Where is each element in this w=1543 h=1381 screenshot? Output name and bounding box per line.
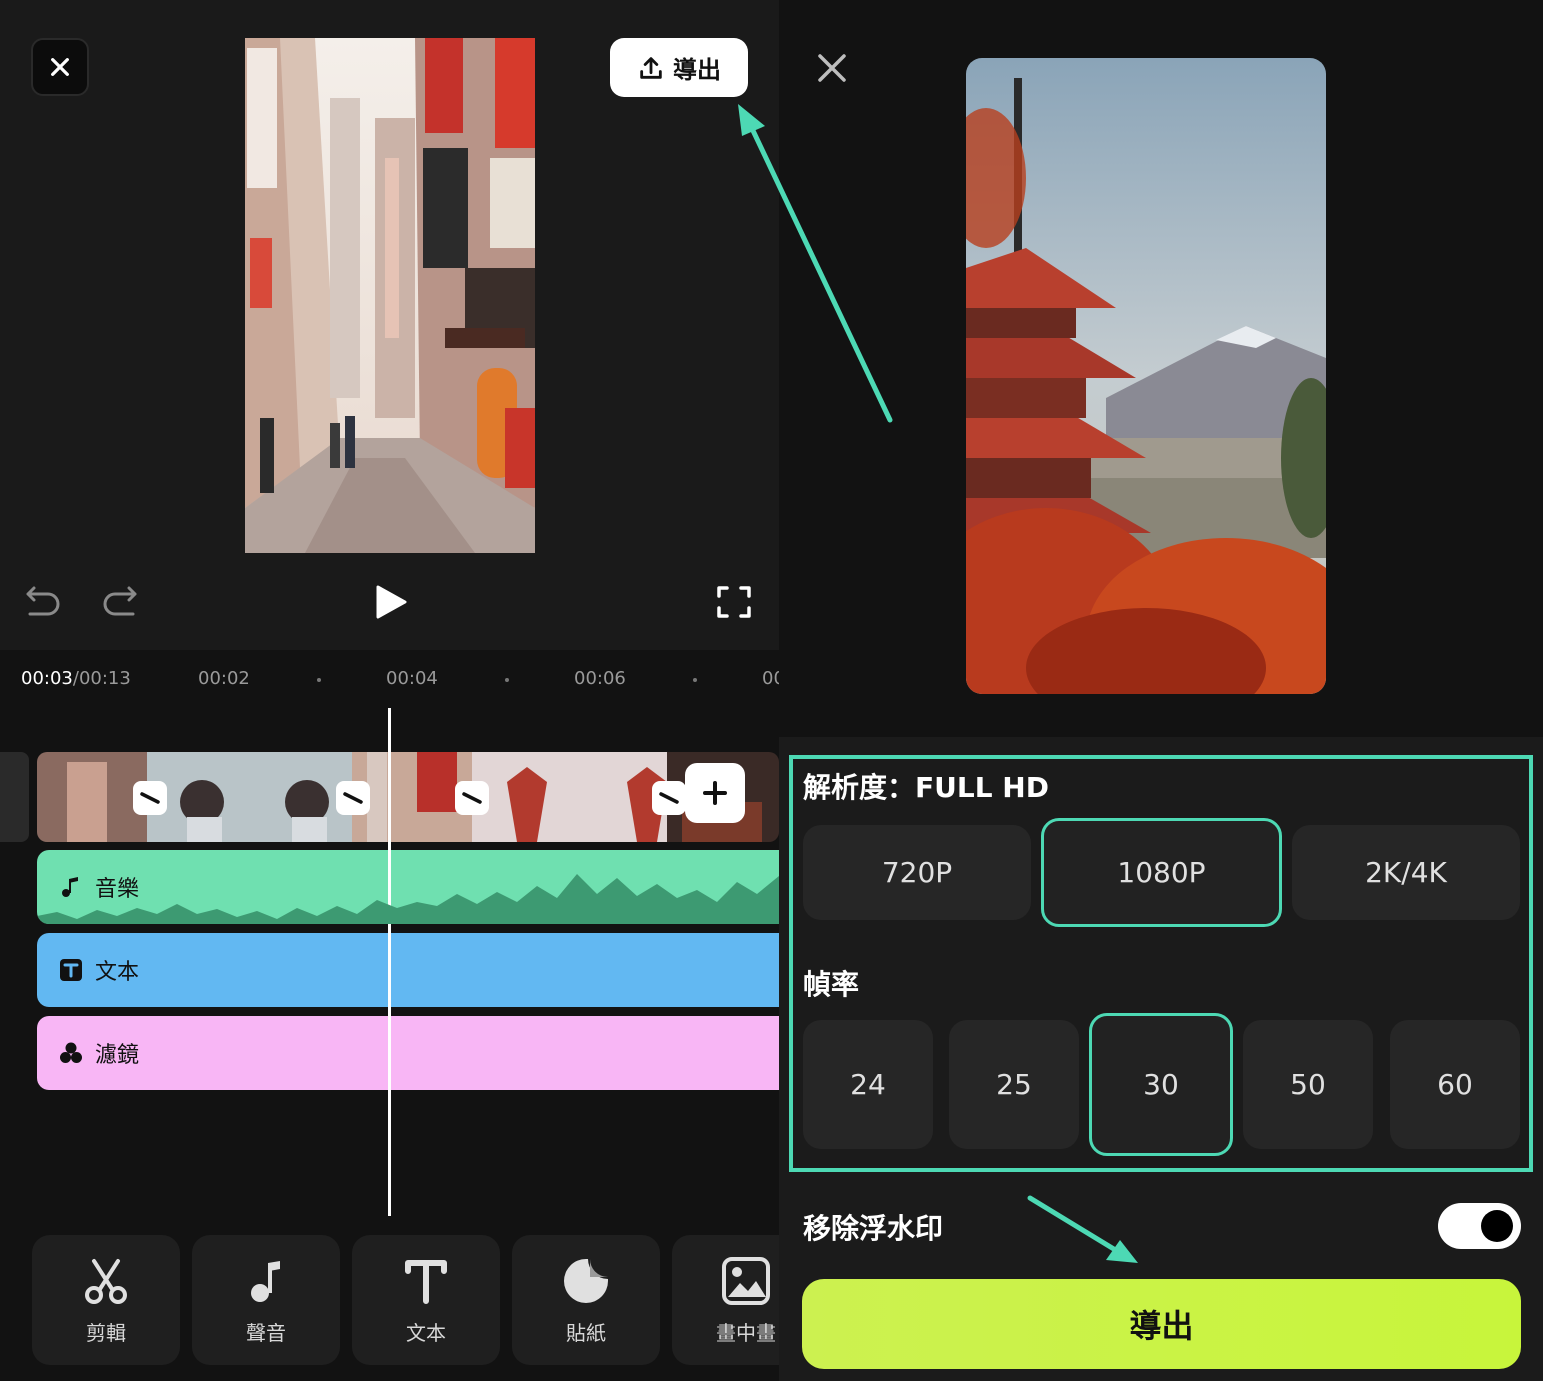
upload-icon <box>640 56 662 79</box>
street-scene-image <box>245 38 535 553</box>
transition-icon <box>659 792 679 804</box>
ruler-tick: 00:04 <box>386 668 438 689</box>
undo-button[interactable] <box>24 584 62 618</box>
transition-button[interactable] <box>455 781 489 815</box>
ruler-tick: 00:06 <box>574 668 626 689</box>
playhead[interactable] <box>388 708 391 1216</box>
tool-sticker-button[interactable]: 貼紙 <box>512 1235 660 1365</box>
framerate-option-60[interactable]: 60 <box>1390 1020 1520 1149</box>
framerate-heading: 幀率 <box>803 968 860 1001</box>
tool-edit-button[interactable]: 剪輯 <box>32 1235 180 1365</box>
framerate-option-24[interactable]: 24 <box>803 1020 933 1149</box>
resolution-heading: 解析度：FULL HD <box>803 771 1049 804</box>
text-t-icon <box>405 1259 447 1304</box>
editor-close-button[interactable] <box>31 38 89 96</box>
resolution-option-2k4k[interactable]: 2K/4K <box>1292 825 1520 920</box>
audio-waveform <box>37 874 779 924</box>
tool-label: 剪輯 <box>86 1320 126 1345</box>
music-track[interactable]: 音樂 <box>37 850 779 924</box>
scissors-icon <box>85 1258 127 1304</box>
export-video-preview <box>966 58 1326 694</box>
transition-icon <box>343 792 363 804</box>
tool-audio-button[interactable]: 聲音 <box>192 1235 340 1365</box>
framerate-option-30[interactable]: 30 <box>1089 1013 1233 1156</box>
filter-track[interactable]: 濾鏡 <box>37 1016 779 1090</box>
timecode: 00:03/00:13 <box>21 668 131 689</box>
undo-icon <box>26 586 60 616</box>
pagoda-scene-image <box>966 58 1326 694</box>
ruler-tick: 00:02 <box>198 668 250 689</box>
text-box-icon <box>60 959 82 981</box>
clip-handle-left[interactable] <box>0 752 29 842</box>
ruler-dot <box>317 678 321 682</box>
music-note-icon <box>251 1260 280 1302</box>
transition-icon <box>140 792 160 804</box>
export-top-button[interactable]: 導出 <box>610 38 748 97</box>
add-clip-button[interactable] <box>685 763 745 823</box>
resolution-option-1080p[interactable]: 1080P <box>1041 818 1282 927</box>
ruler-dot <box>505 678 509 682</box>
fullscreen-icon <box>717 586 751 618</box>
time-ruler: 00:03/00:13 00:02 00:04 00:06 00 <box>0 668 785 692</box>
play-button[interactable] <box>374 584 408 620</box>
tool-text-button[interactable]: 文本 <box>352 1235 500 1365</box>
filter-track-label: 濾鏡 <box>95 1043 140 1068</box>
tool-label: 文本 <box>406 1320 446 1345</box>
video-preview[interactable] <box>245 38 535 553</box>
sticker-icon <box>564 1258 608 1303</box>
timecode-current: 00:03 <box>21 668 73 689</box>
music-note-icon <box>62 877 78 897</box>
text-track-label: 文本 <box>95 960 140 985</box>
transition-button[interactable] <box>652 781 686 815</box>
text-track[interactable]: 文本 <box>37 933 779 1007</box>
plus-icon <box>703 781 727 805</box>
picture-in-picture-icon <box>722 1256 770 1305</box>
export-top-label: 導出 <box>673 56 721 84</box>
music-track-label: 音樂 <box>95 877 140 902</box>
resolution-option-720p[interactable]: 720P <box>803 825 1031 920</box>
redo-icon <box>103 586 137 616</box>
play-icon <box>376 585 407 619</box>
timecode-total: /00:13 <box>72 668 131 689</box>
redo-button[interactable] <box>101 584 139 618</box>
framerate-option-50[interactable]: 50 <box>1243 1020 1373 1149</box>
transition-button[interactable] <box>336 781 370 815</box>
export-button[interactable]: 導出 <box>802 1279 1521 1369</box>
transition-icon <box>462 792 482 804</box>
toggle-knob <box>1481 1210 1513 1242</box>
close-icon <box>51 58 69 76</box>
fullscreen-button[interactable] <box>716 585 752 619</box>
export-close-button[interactable] <box>816 52 848 84</box>
tool-label: 畫中畫 <box>716 1320 776 1345</box>
close-icon <box>818 54 846 82</box>
remove-watermark-toggle[interactable] <box>1438 1203 1521 1249</box>
framerate-option-25[interactable]: 25 <box>949 1020 1079 1149</box>
filter-icon <box>60 1042 82 1063</box>
tool-label: 聲音 <box>246 1320 286 1345</box>
remove-watermark-label: 移除浮水印 <box>803 1212 944 1245</box>
tool-label: 貼紙 <box>566 1320 606 1345</box>
transition-button[interactable] <box>133 781 167 815</box>
ruler-dot <box>693 678 697 682</box>
